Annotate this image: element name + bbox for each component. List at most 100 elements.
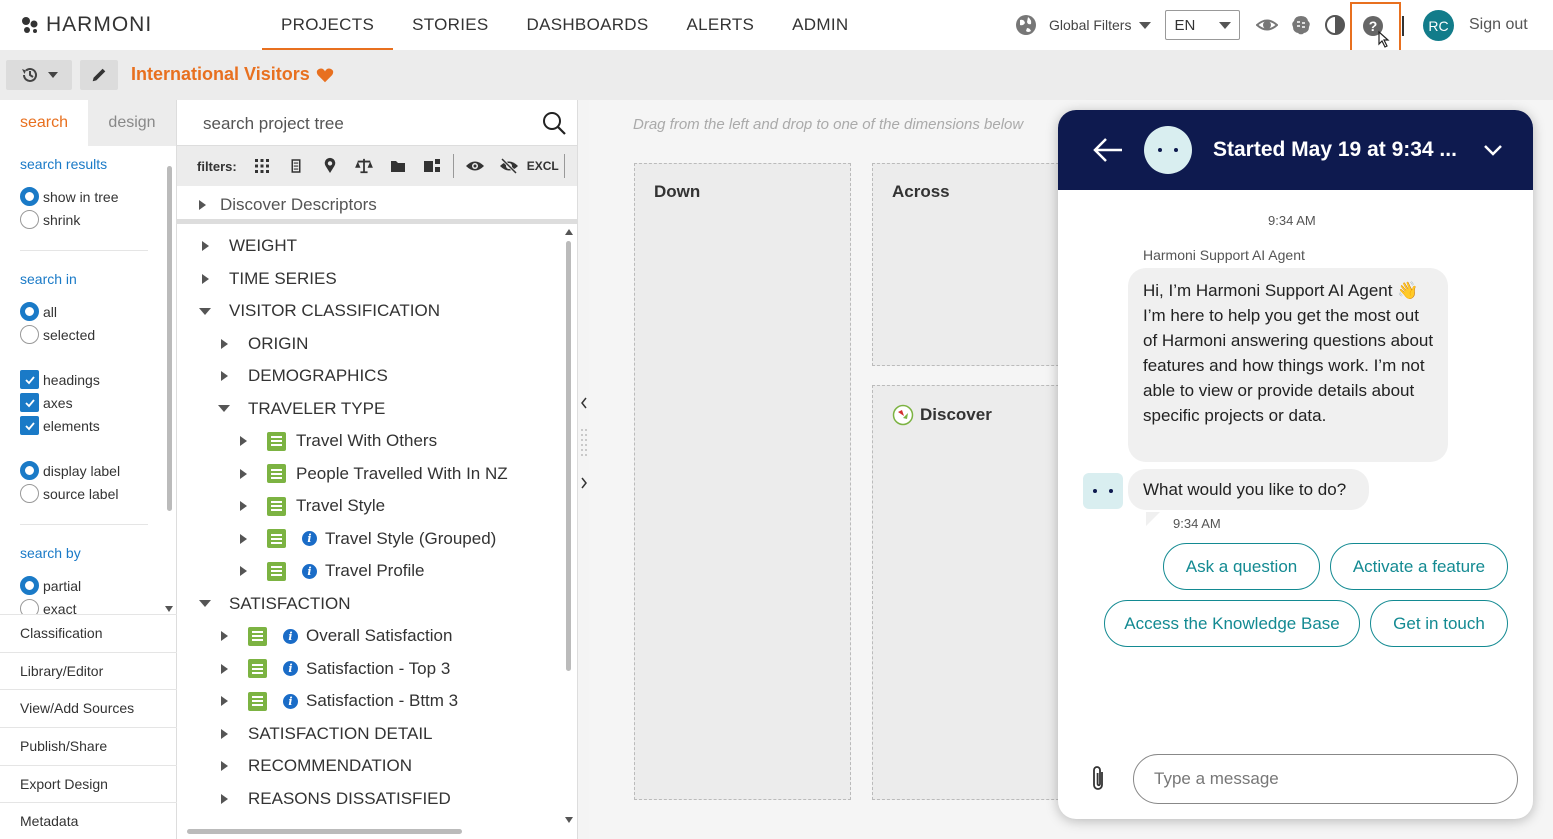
info-icon[interactable]: i — [302, 563, 317, 579]
menu-export-design[interactable]: Export Design — [0, 764, 177, 803]
marker-filter-icon[interactable] — [313, 155, 347, 177]
left-scrollbar[interactable] — [165, 146, 175, 614]
column-filter-icon[interactable] — [279, 155, 313, 177]
tree-toggle[interactable] — [218, 663, 230, 674]
checkbox-headings[interactable]: headings — [20, 370, 100, 389]
nav-alerts[interactable]: ALERTS — [668, 0, 774, 50]
option-source-label[interactable]: source label — [20, 484, 119, 503]
tree-toggle[interactable] — [218, 728, 230, 739]
info-icon[interactable]: i — [283, 628, 298, 644]
tree-row[interactable]: Travel Style — [237, 491, 385, 521]
ai-brain-button[interactable] — [1290, 14, 1312, 36]
tree-toggle[interactable] — [237, 436, 249, 446]
option-shrink[interactable]: shrink — [20, 210, 80, 229]
down-dropzone[interactable]: Down — [634, 163, 851, 800]
option-display-label[interactable]: display label — [20, 461, 120, 480]
tree-toggle[interactable] — [218, 793, 230, 804]
info-icon[interactable]: i — [302, 531, 317, 546]
panel-resize-handle[interactable] — [577, 100, 589, 839]
tree-toggle[interactable] — [218, 405, 230, 412]
app-logo[interactable]: HARMONI — [20, 13, 152, 37]
option-show-in-tree[interactable]: show in tree — [20, 187, 118, 206]
menu-metadata[interactable]: Metadata — [0, 802, 177, 839]
chat-message-input[interactable]: Type a message — [1133, 754, 1518, 804]
option-all[interactable]: all — [20, 302, 57, 321]
tree-row[interactable]: i Travel Profile — [237, 556, 425, 586]
search-icon[interactable] — [541, 110, 567, 136]
scroll-thumb[interactable] — [187, 829, 462, 834]
tree-row[interactable]: RECOMMENDATION — [218, 751, 412, 781]
tree-row[interactable]: TIME SERIES — [199, 264, 337, 294]
discover-descriptors-row[interactable]: Discover Descriptors — [177, 186, 577, 224]
option-partial[interactable]: partial — [20, 576, 81, 595]
tree-horizontal-scrollbar[interactable] — [177, 824, 563, 838]
tree-toggle[interactable] — [218, 338, 230, 349]
tree-toggle[interactable] — [237, 533, 249, 544]
global-filters-dropdown[interactable]: Global Filters — [1049, 17, 1152, 33]
tree-row[interactable]: WEIGHT — [199, 231, 297, 261]
scroll-down-icon[interactable] — [165, 606, 173, 612]
info-icon[interactable]: i — [283, 693, 298, 709]
scroll-thumb[interactable] — [167, 166, 172, 511]
heart-icon[interactable] — [316, 66, 334, 84]
history-button[interactable] — [6, 60, 72, 90]
tree-row[interactable]: i Travel Style (Grouped) — [237, 524, 496, 554]
tree-search-input[interactable]: search project tree — [177, 100, 577, 146]
nav-admin[interactable]: ADMIN — [773, 0, 867, 50]
contrast-toggle[interactable] — [1324, 14, 1346, 36]
tab-search[interactable]: search — [0, 100, 88, 146]
tree-toggle[interactable] — [199, 307, 211, 315]
balance-filter-icon[interactable] — [347, 155, 381, 177]
tree-row[interactable]: ORIGIN — [218, 329, 308, 359]
tab-design[interactable]: design — [88, 100, 176, 146]
grid-filter-icon[interactable] — [245, 155, 279, 177]
nav-stories[interactable]: STORIES — [393, 0, 507, 50]
activate-feature-button[interactable]: Activate a feature — [1330, 543, 1508, 590]
tree-toggle[interactable] — [237, 468, 249, 479]
exclude-filter[interactable]: EXCL — [526, 155, 560, 177]
menu-classification[interactable]: Classification — [0, 614, 177, 652]
tree-toggle[interactable] — [199, 273, 211, 284]
tree-scrollbar[interactable] — [563, 229, 575, 829]
tree-toggle[interactable] — [237, 501, 249, 511]
tree-row[interactable]: i Satisfaction - Top 3 — [218, 654, 450, 684]
back-arrow-icon[interactable] — [1092, 136, 1124, 164]
tree-toggle[interactable] — [199, 600, 211, 607]
knowledge-base-button[interactable]: Access the Knowledge Base — [1104, 600, 1360, 647]
tree-toggle[interactable] — [237, 566, 249, 576]
menu-library-editor[interactable]: Library/Editor — [0, 651, 177, 690]
language-select[interactable]: EN — [1165, 10, 1241, 40]
globe-icon[interactable] — [1015, 14, 1037, 36]
tree-toggle[interactable] — [218, 371, 230, 381]
menu-publish-share[interactable]: Publish/Share — [0, 727, 177, 765]
expand-arrow-icon[interactable] — [199, 200, 206, 210]
user-avatar[interactable]: RC — [1423, 10, 1454, 41]
tree-row[interactable]: REASONS DISSATISFIED — [218, 784, 451, 814]
tree-toggle[interactable] — [218, 761, 230, 771]
option-selected[interactable]: selected — [20, 325, 95, 344]
nav-dashboards[interactable]: DASHBOARDS — [508, 0, 668, 50]
edit-button[interactable] — [80, 60, 118, 90]
checkbox-elements[interactable]: elements — [20, 416, 100, 435]
tree-row[interactable]: SATISFACTION DETAIL — [218, 719, 433, 749]
hide-filter-eye-icon[interactable] — [492, 155, 526, 177]
info-icon[interactable]: i — [283, 661, 298, 676]
get-in-touch-button[interactable]: Get in touch — [1370, 600, 1508, 647]
hierarchy-filter-icon[interactable] — [415, 155, 449, 177]
nav-projects[interactable]: PROJECTS — [262, 0, 394, 50]
show-filter-eye-icon[interactable] — [458, 155, 492, 177]
tree-row[interactable]: People Travelled With In NZ — [237, 459, 508, 489]
scroll-down-icon[interactable] — [565, 817, 573, 823]
tree-row[interactable]: i Overall Satisfaction — [218, 621, 452, 651]
tree-row[interactable]: SATISFACTION — [199, 589, 351, 619]
tree-row[interactable]: VISITOR CLASSIFICATION — [199, 296, 440, 326]
option-exact[interactable]: exact — [20, 599, 76, 614]
checkbox-axes[interactable]: axes — [20, 393, 73, 412]
sign-out-link[interactable]: Sign out — [1469, 16, 1528, 34]
tree-row[interactable]: i Satisfaction - Bttm 3 — [218, 686, 458, 716]
ask-question-button[interactable]: Ask a question — [1163, 543, 1320, 590]
tree-toggle[interactable] — [218, 696, 230, 706]
scroll-thumb[interactable] — [566, 241, 571, 671]
menu-view-add-sources[interactable]: View/Add Sources — [0, 689, 177, 727]
tree-row[interactable]: TRAVELER TYPE — [218, 394, 385, 424]
